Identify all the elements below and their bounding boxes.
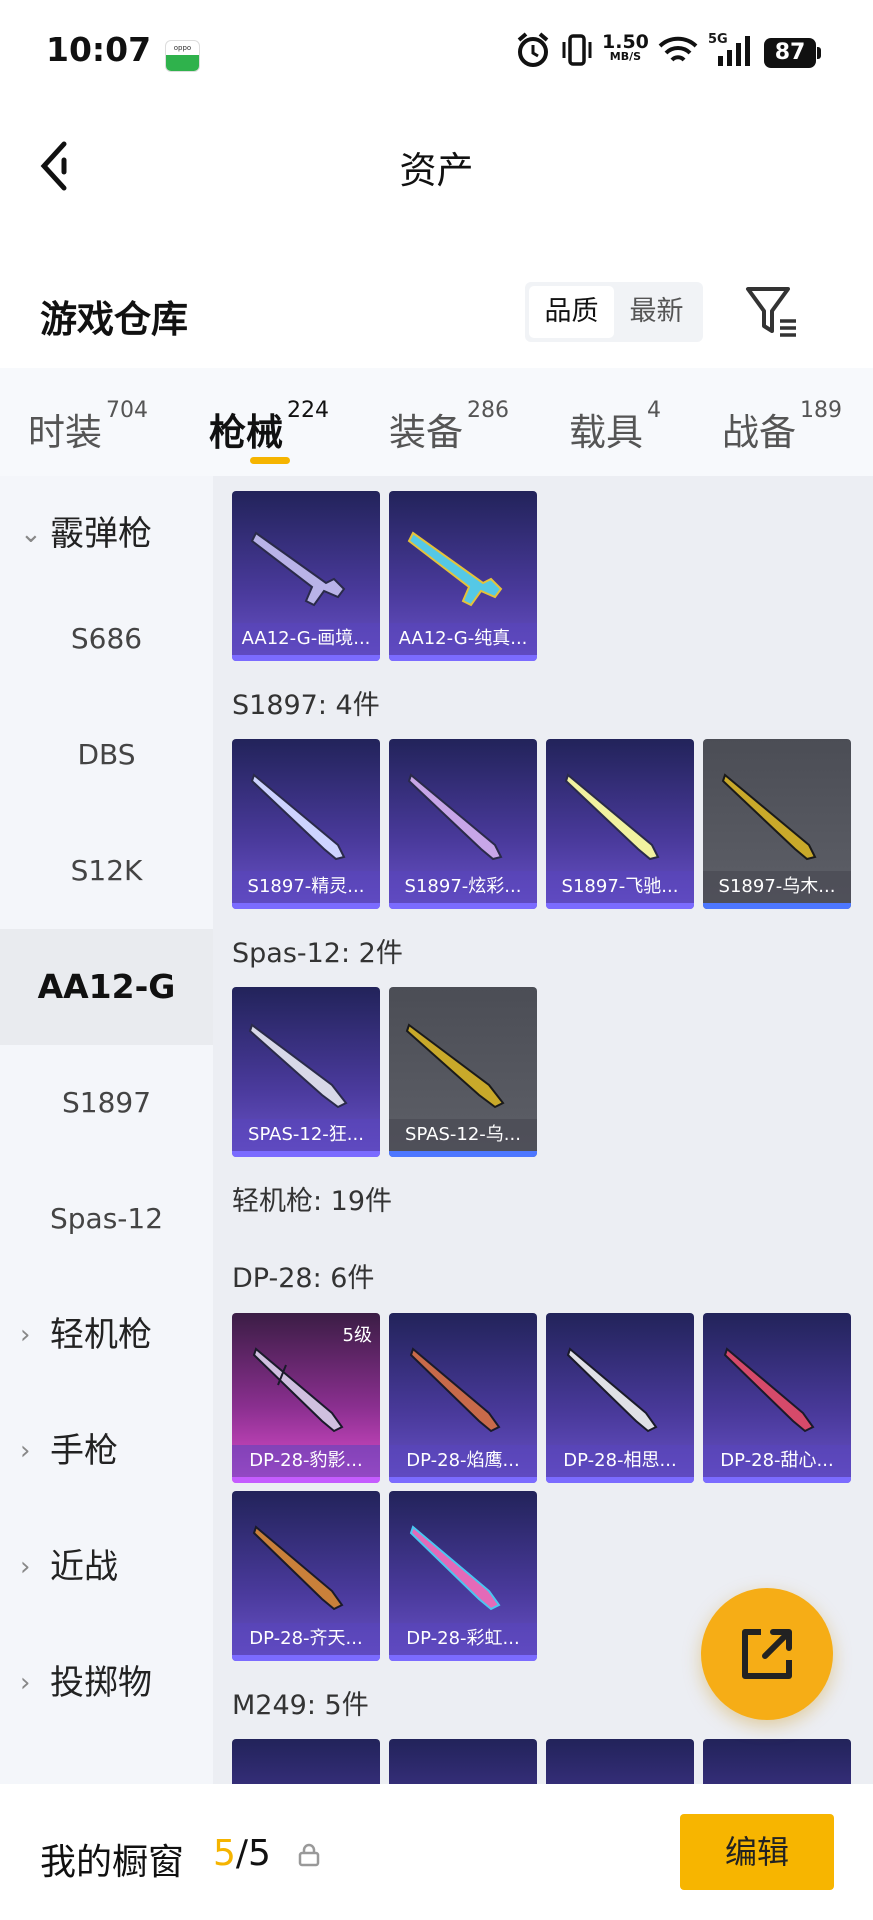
lmg-skin-icon <box>252 1525 344 1611</box>
tab-count: 704 <box>106 398 148 423</box>
section-title: 游戏仓库 <box>40 298 188 341</box>
item-card[interactable]: SPAS-12-狂... <box>232 987 380 1157</box>
sidebar-item-dbs[interactable]: DBS <box>0 697 213 813</box>
tab-fashion[interactable]: 时装704 <box>28 398 148 456</box>
lmg-skin-icon <box>566 1347 658 1433</box>
item-card[interactable]: DP-28-焰鹰... <box>389 1313 537 1483</box>
tab-label: 装备 <box>389 411 463 454</box>
tab-count: 4 <box>647 398 661 423</box>
group-label: DP-28: 6件 <box>232 1263 375 1294</box>
group-label: S1897: 4件 <box>232 690 380 721</box>
network-speed: 1.50 MB/S <box>602 31 649 63</box>
sort-quality-option[interactable]: 品质 <box>529 286 614 338</box>
sidebar-group-melee[interactable]: › 近战 <box>0 1509 213 1625</box>
item-card[interactable]: S1897-精灵... <box>232 739 380 909</box>
item-card[interactable] <box>546 1739 694 1784</box>
shotgun-skin-icon <box>250 773 346 861</box>
sidebar: ⌄ 霰弹枪 S686 DBS S12K AA12-G S1897 Spas-12 … <box>0 476 213 1784</box>
lock-icon <box>298 1843 320 1867</box>
item-card[interactable] <box>703 1739 851 1784</box>
tab-label: 时装 <box>28 411 102 454</box>
sort-newest-option[interactable]: 最新 <box>614 286 699 338</box>
showcase-label: 我的橱窗 <box>40 1842 185 1883</box>
chevron-right-icon: › <box>20 1552 31 1582</box>
lmg-skin-icon <box>409 1525 501 1611</box>
item-card[interactable]: DP-28-甜心... <box>703 1313 851 1483</box>
sidebar-item-s1897[interactable]: S1897 <box>0 1045 213 1161</box>
tab-firearms[interactable]: 枪械224 <box>209 398 329 456</box>
sidebar-group-shotgun[interactable]: ⌄ 霰弹枪 <box>0 476 213 592</box>
oppo-app-icon: oppo <box>165 40 200 72</box>
item-card[interactable]: 5级 DP-28-豹影... <box>232 1313 380 1483</box>
shotgun-skin-icon <box>407 773 503 861</box>
sort-toggle: 品质 最新 <box>525 282 703 342</box>
tab-vehicles[interactable]: 载具4 <box>569 398 661 456</box>
shotgun-skin-icon <box>250 531 346 607</box>
lmg-skin-icon <box>252 1347 344 1433</box>
filter-button[interactable] <box>744 283 802 341</box>
item-card[interactable]: S1897-炫彩... <box>389 739 537 909</box>
battery-indicator: 87 <box>764 38 816 68</box>
wifi-icon <box>658 36 698 62</box>
sidebar-group-lmg[interactable]: › 轻机枪 <box>0 1277 213 1393</box>
vibrate-icon <box>562 34 592 66</box>
signal-icon <box>718 36 750 66</box>
item-card[interactable]: AA12-G-画境... <box>232 491 380 661</box>
shotgun-skin-icon <box>248 1023 348 1109</box>
tab-label: 载具 <box>569 411 643 454</box>
item-card[interactable]: S1897-乌木... <box>703 739 851 909</box>
shotgun-skin-icon <box>405 1023 505 1109</box>
group-label: 轻机枪: 19件 <box>232 1186 393 1217</box>
alarm-icon <box>517 32 549 67</box>
item-card[interactable]: AA12-G-纯真... <box>389 491 537 661</box>
item-card[interactable]: S1897-飞驰... <box>546 739 694 909</box>
status-time: 10:07 <box>46 30 152 69</box>
sidebar-item-aa12g[interactable]: AA12-G <box>0 929 213 1045</box>
shotgun-skin-icon <box>564 773 660 861</box>
item-card[interactable]: DP-28-齐天... <box>232 1491 380 1661</box>
sidebar-item-s686[interactable]: S686 <box>0 581 213 697</box>
page-title: 资产 <box>399 149 474 192</box>
edit-button[interactable]: 编辑 <box>680 1814 834 1890</box>
item-card[interactable] <box>232 1739 380 1784</box>
group-label: Spas-12: 2件 <box>232 938 403 969</box>
item-card[interactable]: DP-28-彩虹... <box>389 1491 537 1661</box>
tab-supplies[interactable]: 战备189 <box>722 398 842 456</box>
item-card[interactable] <box>389 1739 537 1784</box>
lmg-skin-icon <box>409 1347 501 1433</box>
chevron-down-icon: ⌄ <box>20 519 42 549</box>
share-external-icon <box>742 1629 792 1679</box>
item-card[interactable]: SPAS-12-乌... <box>389 987 537 1157</box>
chevron-right-icon: › <box>20 1668 31 1698</box>
item-card[interactable]: DP-28-相思... <box>546 1313 694 1483</box>
share-button[interactable] <box>701 1588 833 1720</box>
chevron-right-icon: › <box>20 1320 31 1350</box>
sidebar-item-spas12[interactable]: Spas-12 <box>0 1161 213 1277</box>
group-label: M249: 5件 <box>232 1690 369 1721</box>
tab-equipment[interactable]: 装备286 <box>389 398 509 456</box>
tab-label: 枪械 <box>209 411 283 454</box>
tab-label: 战备 <box>722 411 796 454</box>
battery-tip <box>817 47 821 59</box>
tab-count: 286 <box>467 398 509 423</box>
chevron-right-icon: › <box>20 1436 31 1466</box>
shotgun-skin-icon <box>407 531 503 607</box>
sidebar-group-throwable[interactable]: › 投掷物 <box>0 1625 213 1741</box>
shotgun-skin-icon <box>721 773 817 861</box>
tab-count: 224 <box>287 398 329 423</box>
tab-active-indicator <box>250 457 290 464</box>
showcase-count: 5/5 <box>213 1833 271 1874</box>
tab-count: 189 <box>800 398 842 423</box>
lmg-skin-icon <box>723 1347 815 1433</box>
sidebar-item-s12k[interactable]: S12K <box>0 813 213 929</box>
sidebar-group-pistol[interactable]: › 手枪 <box>0 1393 213 1509</box>
